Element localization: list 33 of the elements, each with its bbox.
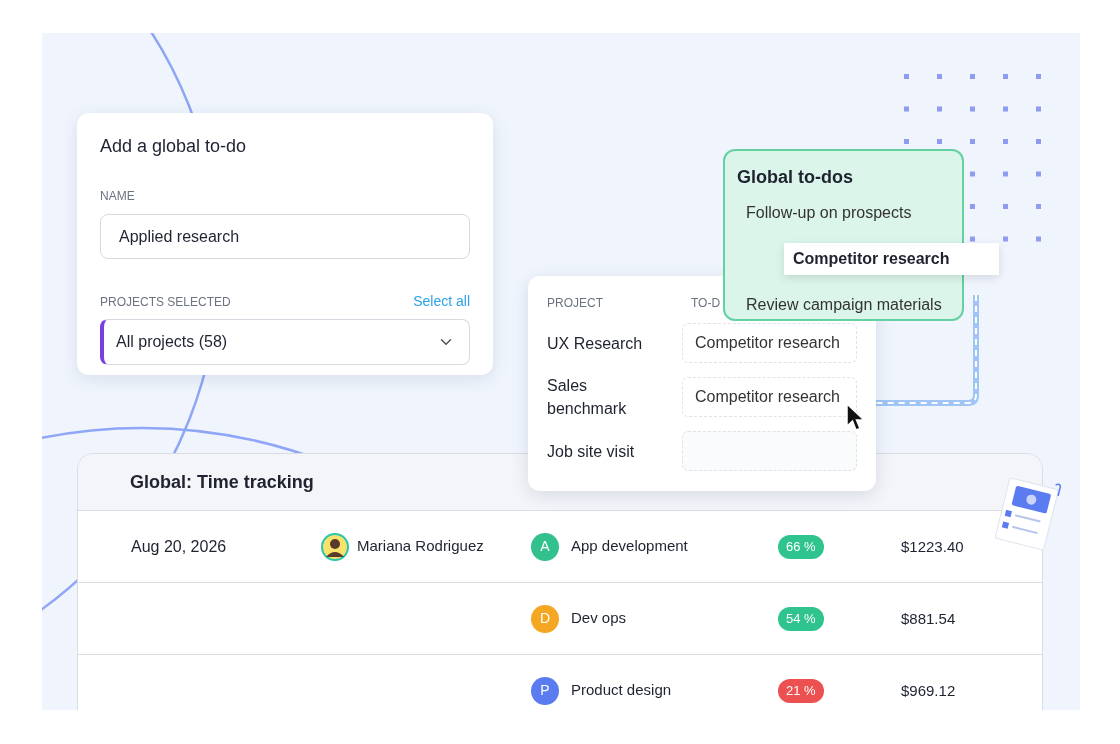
amount-cell: $969.12	[901, 681, 956, 699]
project-initial-icon: A	[531, 532, 559, 561]
card-title: Global to-dos	[737, 166, 853, 189]
field-label: NAME	[100, 188, 136, 205]
date-cell: Aug 20, 2026	[131, 537, 227, 555]
empty-drop-slot[interactable]	[682, 431, 857, 471]
project-name: UX Research	[547, 333, 644, 354]
person-name: Mariana Rodriguez	[357, 536, 484, 557]
amount-cell: $1223.40	[901, 537, 964, 555]
todo-chip[interactable]: Competitor research	[682, 323, 857, 363]
column-header: PROJECT	[547, 295, 604, 312]
project-name: App development	[571, 536, 688, 557]
project-initial-icon: D	[531, 604, 559, 633]
todo-item[interactable]: Review campaign materials	[746, 293, 1066, 317]
project-name: Dev ops	[571, 608, 627, 629]
avatar-icon	[321, 532, 349, 561]
column-header: TO-D	[691, 295, 721, 312]
projects-dropdown[interactable]: All projects (58)	[100, 319, 470, 365]
dragged-todo-chip[interactable]: Competitor research	[784, 243, 999, 275]
table-title: Global: Time tracking	[130, 470, 314, 494]
project-name: Job site visit	[547, 441, 636, 462]
project-initial-icon: P	[531, 676, 559, 705]
amount-cell: $881.54	[901, 609, 956, 627]
name-input-field[interactable]: Applied research	[100, 214, 470, 259]
field-label: PROJECTS SELECTED	[100, 293, 231, 311]
percent-badge: 66 %	[778, 535, 824, 559]
percent-badge: 21 %	[778, 679, 824, 703]
card-title: Add a global to-do	[100, 135, 248, 158]
percent-badge: 54 %	[778, 607, 824, 631]
todo-item[interactable]: Follow-up on prospects	[746, 201, 1066, 225]
todo-chip[interactable]: Competitor research	[682, 377, 857, 417]
project-name: Sales benchmark	[547, 376, 628, 419]
project-name: Product design	[571, 680, 672, 701]
